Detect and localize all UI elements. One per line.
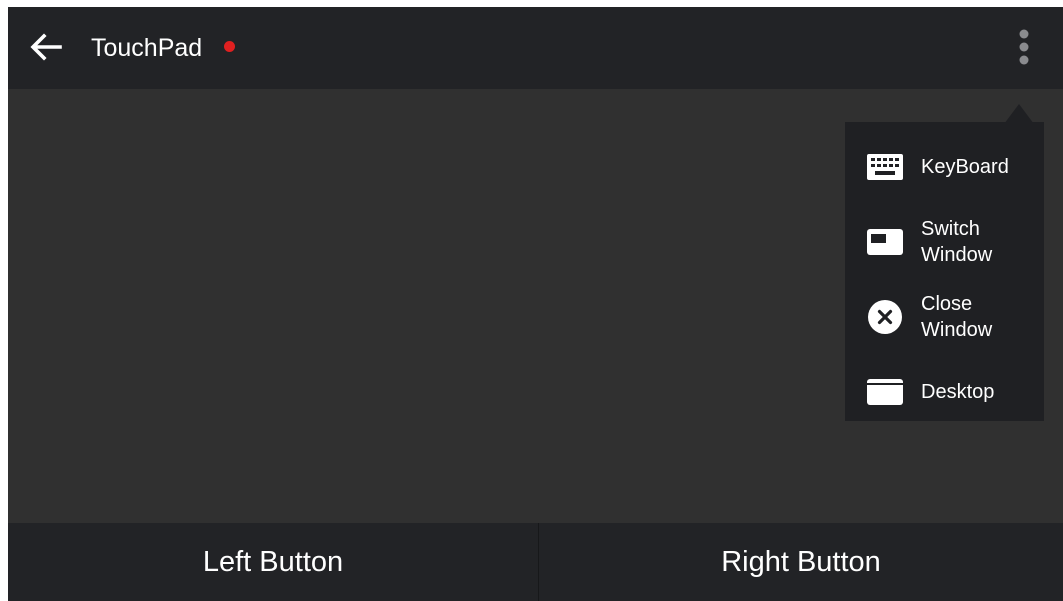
close-window-icon xyxy=(865,299,905,335)
left-mouse-button[interactable]: Left Button xyxy=(8,523,538,601)
overflow-menu: KeyBoard Switch Window Close Window Desk… xyxy=(845,122,1044,421)
menu-item-desktop[interactable]: Desktop xyxy=(845,356,1044,428)
menu-item-keyboard[interactable]: KeyBoard xyxy=(845,131,1044,203)
mouse-buttons-bar: Left Button Right Button xyxy=(8,523,1063,601)
right-mouse-button[interactable]: Right Button xyxy=(539,523,1063,601)
status-dot xyxy=(224,41,235,52)
page-title: TouchPad xyxy=(91,34,203,62)
more-vertical-icon xyxy=(1019,29,1029,65)
menu-item-switch-window[interactable]: Switch Window xyxy=(845,206,1044,278)
menu-item-label: Switch Window xyxy=(921,218,993,266)
menu-item-label: Desktop xyxy=(921,381,995,403)
top-app-bar: TouchPad xyxy=(8,7,1063,89)
menu-item-label: KeyBoard xyxy=(921,156,1009,178)
overflow-menu-button[interactable] xyxy=(1004,25,1044,69)
arrow-left-icon xyxy=(30,33,62,61)
menu-item-close-window[interactable]: Close Window xyxy=(845,281,1044,353)
touchpad-app: TouchPad KeyBoard Switch Window Close Wi… xyxy=(8,7,1063,601)
desktop-icon xyxy=(865,374,905,410)
keyboard-icon xyxy=(865,149,905,185)
menu-caret xyxy=(1004,104,1034,124)
menu-item-label: Close Window xyxy=(921,293,993,341)
back-button[interactable] xyxy=(22,23,70,71)
switch-window-icon xyxy=(865,224,905,260)
